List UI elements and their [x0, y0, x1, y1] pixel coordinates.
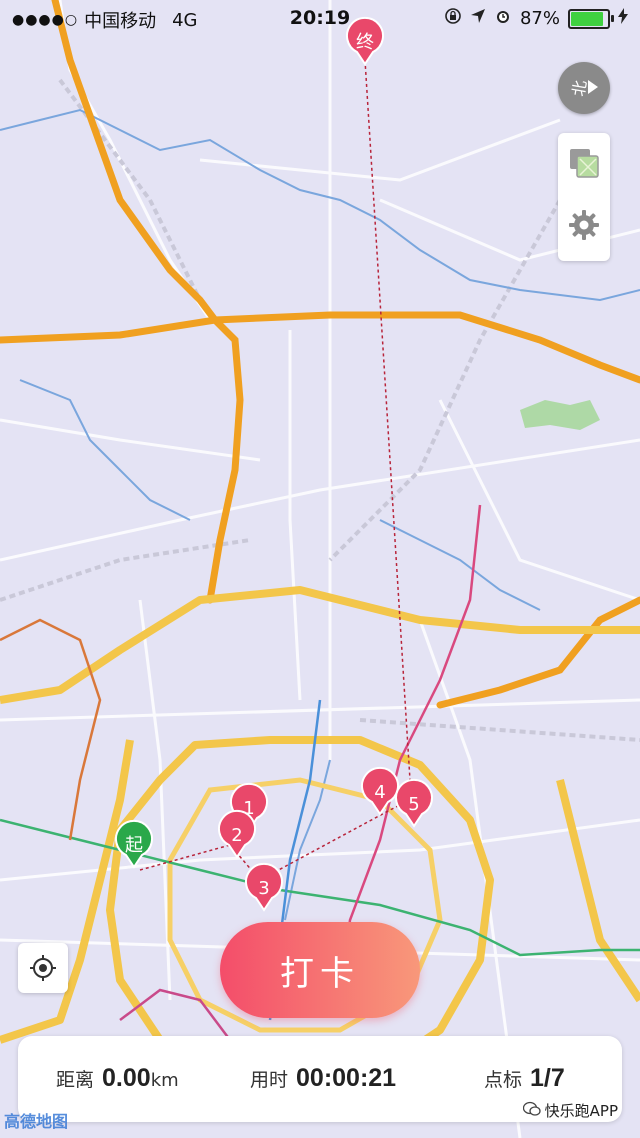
compass-button[interactable]: 北: [558, 62, 610, 114]
orientation-lock-icon: [444, 7, 462, 30]
distance-stat: 距离 0.00km: [56, 1064, 179, 1093]
map-brand-logo: 高德地图: [4, 1112, 69, 1131]
status-bar: ●●●●○ 中国移动 4G 20:19 87%: [0, 0, 640, 36]
watermark: 快乐跑APP: [522, 1100, 618, 1121]
distance-label: 距离: [56, 1069, 95, 1091]
points-label: 点标: [484, 1069, 523, 1091]
checkpoint-pin-label: 2: [231, 825, 242, 846]
checkin-button[interactable]: 打卡: [220, 922, 420, 1018]
time-label: 用时: [250, 1069, 289, 1091]
alarm-icon: [494, 7, 512, 30]
locate-button[interactable]: [18, 943, 68, 993]
watermark-text: 快乐跑APP: [544, 1102, 618, 1120]
points-value: 1/7: [530, 1064, 565, 1092]
time-stat: 用时 00:00:21: [250, 1064, 396, 1093]
checkpoint-pin-label: 4: [374, 782, 385, 803]
location-arrow-icon: [470, 8, 486, 29]
map-tools-panel: [558, 133, 610, 261]
map-layer-icon: [570, 149, 599, 178]
settings-button[interactable]: [568, 209, 600, 241]
wechat-icon: [522, 1101, 541, 1121]
battery-fill: [571, 11, 603, 26]
checkpoint-pin-label: 5: [408, 794, 419, 815]
distance-value: 0.00: [102, 1064, 151, 1092]
battery-icon: [568, 8, 614, 29]
checkpoint-pin-label: 3: [258, 878, 269, 899]
locate-icon: [30, 955, 56, 981]
start-pin-label: 起: [125, 835, 143, 856]
distance-unit: km: [150, 1070, 179, 1091]
time-value: 00:00:21: [296, 1064, 397, 1092]
battery-percentage: 87%: [519, 8, 560, 29]
compass-label: 北: [568, 78, 591, 98]
gear-icon: [569, 210, 599, 240]
points-stat: 点标 1/7: [484, 1064, 565, 1093]
map-layer-button[interactable]: [568, 147, 600, 179]
charging-icon: [618, 8, 628, 29]
